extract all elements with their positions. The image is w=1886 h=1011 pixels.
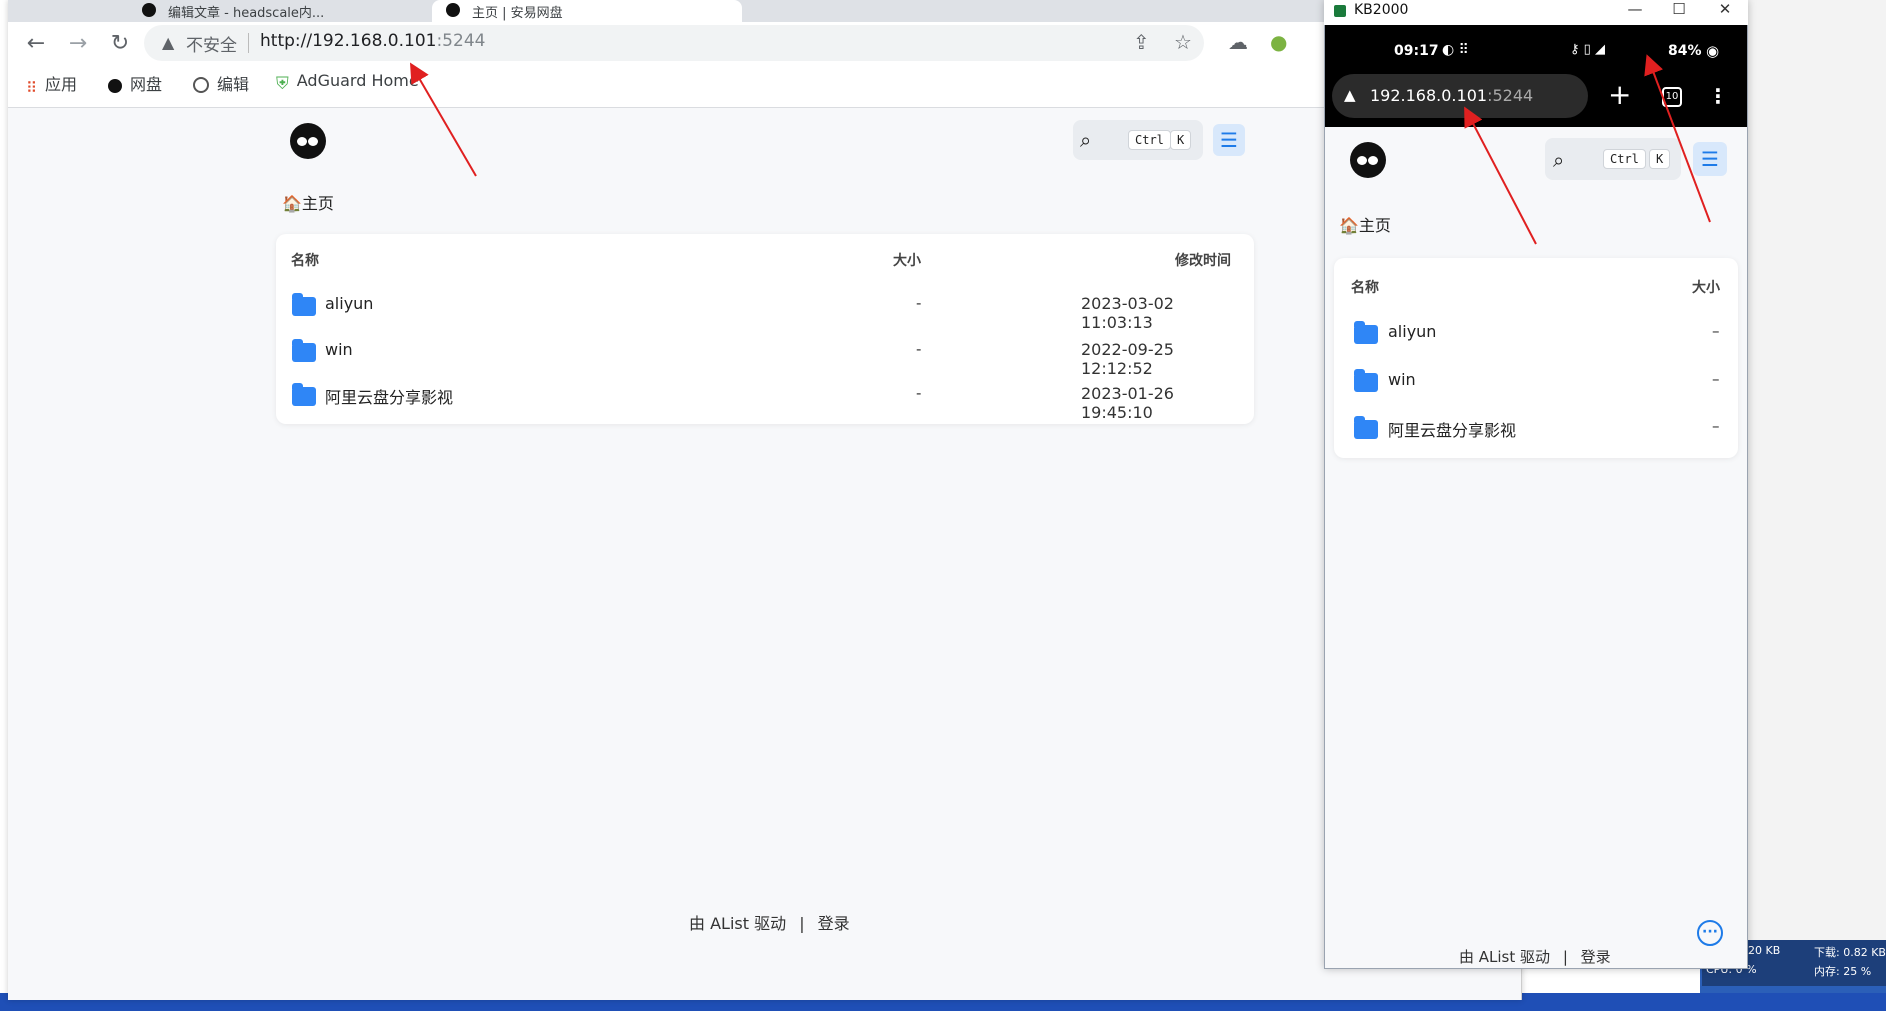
- phone-url-port: :5244: [1487, 86, 1534, 105]
- search-icon[interactable]: ⌕: [1080, 128, 1091, 152]
- phone-window-title: KB2000: [1354, 2, 1409, 18]
- omnibox-divider: [248, 33, 249, 53]
- file-size: –: [1712, 370, 1720, 388]
- login-link[interactable]: 登录: [818, 914, 850, 933]
- folder-icon: [292, 339, 316, 362]
- column-header-size[interactable]: 大小: [893, 250, 921, 270]
- bookmark-apps[interactable]: ⠿ 应用: [26, 71, 77, 97]
- file-name[interactable]: win: [325, 340, 353, 359]
- phone-clock: 09:17: [1394, 43, 1439, 59]
- phone-warning-icon[interactable]: ▲: [1344, 86, 1356, 104]
- folder-icon: [1354, 369, 1378, 392]
- net-download: 下载: 0.82 KB: [1814, 946, 1886, 959]
- shortcut-key-ctrl: Ctrl: [1128, 130, 1171, 150]
- cloud-extension-icon[interactable]: ☁: [1228, 30, 1248, 54]
- column-header-name[interactable]: 名称: [291, 250, 319, 270]
- file-row[interactable]: win - 2022-09-25 12:12:52: [280, 330, 1250, 378]
- mem-usage: 内存: 25 %: [1814, 965, 1872, 978]
- tab-edit-article[interactable]: 编辑文章 - headscale内...: [128, 0, 428, 22]
- file-row[interactable]: 阿里云盘分享影视 –: [1340, 408, 1732, 448]
- url-host: http://192.168.0.101: [260, 31, 437, 51]
- search-icon[interactable]: ⌕: [1553, 148, 1564, 172]
- login-link[interactable]: 登录: [1581, 948, 1611, 966]
- battery-ring-icon: ◉: [1706, 42, 1720, 60]
- reload-icon[interactable]: ↻: [106, 30, 134, 58]
- not-secure-label[interactable]: 不安全: [186, 31, 237, 56]
- tab-favicon-icon: [142, 3, 156, 17]
- warning-triangle-icon[interactable]: ▲: [162, 33, 174, 52]
- url-port: :5244: [436, 31, 486, 51]
- alist-icon: [108, 79, 122, 93]
- column-header-size[interactable]: 大小: [1692, 277, 1720, 297]
- file-name[interactable]: aliyun: [1388, 322, 1436, 341]
- apps-grid-icon: ⠿: [26, 79, 37, 97]
- footer-separator: |: [1562, 948, 1568, 966]
- page-footer: 由 AList 驱动 | 登录: [689, 910, 850, 934]
- share-icon[interactable]: ⇪: [1133, 30, 1150, 54]
- maximize-icon[interactable]: ☐: [1664, 0, 1694, 18]
- folder-icon: [1354, 416, 1378, 439]
- phone-page-footer: 由 AList 驱动 | 登录: [1459, 946, 1611, 967]
- file-name[interactable]: win: [1388, 370, 1416, 389]
- extension-circle-icon[interactable]: ●: [1270, 30, 1287, 54]
- file-name[interactable]: 阿里云盘分享影视: [1388, 417, 1516, 441]
- file-modified: 2023-03-02 11:03:13: [1081, 294, 1174, 332]
- wordpress-icon: [193, 77, 209, 93]
- phone-mirror-window: [1324, 0, 1748, 969]
- list-view-icon[interactable]: ☰: [1693, 142, 1727, 176]
- phone-breadcrumb-home[interactable]: 🏠主页: [1339, 212, 1391, 236]
- tab-home[interactable]: 主页 | 安易网盘: [432, 0, 742, 22]
- bookmark-edit[interactable]: 编辑: [193, 71, 249, 95]
- bookmark-adguard[interactable]: ⛨ AdGuard Home: [276, 71, 419, 94]
- bookmark-netdisk[interactable]: 网盘: [108, 71, 162, 95]
- file-size: –: [1712, 417, 1720, 435]
- shortcut-key-ctrl: Ctrl: [1603, 149, 1646, 169]
- tab-count-button[interactable]: 10: [1662, 87, 1682, 107]
- phone-url-text[interactable]: 192.168.0.101:5244: [1370, 86, 1533, 105]
- file-size: -: [916, 340, 922, 358]
- more-menu-icon[interactable]: ⋮: [1708, 84, 1728, 108]
- close-icon[interactable]: ✕: [1710, 0, 1740, 18]
- shortcut-key-k: K: [1649, 149, 1671, 169]
- column-header-name[interactable]: 名称: [1351, 277, 1379, 297]
- file-row[interactable]: 阿里云盘分享影视 - 2023-01-26 19:45:10: [280, 374, 1250, 422]
- footer-separator: |: [799, 914, 805, 933]
- more-options-icon[interactable]: ···: [1697, 920, 1723, 946]
- forward-arrow-icon[interactable]: →: [64, 30, 92, 58]
- phone-battery: 84%: [1668, 43, 1702, 59]
- status-notification-icons: ◐ ⠿: [1442, 42, 1469, 58]
- status-signal-icons: ⚷ ▯ ◢: [1570, 42, 1605, 57]
- file-size: -: [916, 294, 922, 312]
- phone-url-host: 192.168.0.101: [1370, 86, 1488, 105]
- file-name[interactable]: 阿里云盘分享影视: [325, 384, 453, 408]
- breadcrumb-home[interactable]: 🏠主页: [282, 190, 334, 214]
- column-header-modified[interactable]: 修改时间: [1175, 250, 1231, 270]
- back-arrow-icon[interactable]: ←: [22, 30, 50, 58]
- file-row[interactable]: aliyun - 2023-03-02 11:03:13: [280, 284, 1250, 332]
- minimize-icon[interactable]: —: [1620, 0, 1650, 18]
- file-name[interactable]: aliyun: [325, 294, 373, 313]
- file-modified: 2022-09-25 12:12:52: [1081, 340, 1174, 378]
- scrcpy-app-icon: [1334, 5, 1346, 17]
- bookmark-star-icon[interactable]: ☆: [1174, 30, 1192, 54]
- folder-icon: [292, 293, 316, 316]
- adguard-shield-icon: ⛨: [276, 74, 289, 94]
- file-row[interactable]: aliyun –: [1340, 313, 1732, 353]
- phone-alist-logo-icon[interactable]: [1350, 142, 1386, 178]
- powered-by-alist[interactable]: 由 AList 驱动: [1459, 948, 1550, 966]
- folder-icon: [292, 383, 316, 406]
- shortcut-key-k: K: [1170, 130, 1192, 150]
- file-size: -: [916, 384, 922, 402]
- file-modified: 2023-01-26 19:45:10: [1081, 384, 1174, 422]
- url-text[interactable]: http://192.168.0.101:5244: [260, 31, 485, 51]
- tab-favicon-icon: [446, 3, 460, 17]
- file-row[interactable]: win –: [1340, 361, 1732, 401]
- net-upload: 20 KB: [1748, 944, 1781, 957]
- new-tab-icon[interactable]: +: [1608, 78, 1631, 111]
- folder-icon: [1354, 321, 1378, 344]
- list-view-icon[interactable]: ☰: [1213, 124, 1245, 156]
- file-size: –: [1712, 322, 1720, 340]
- powered-by-alist[interactable]: 由 AList 驱动: [689, 914, 786, 933]
- alist-logo-icon[interactable]: [290, 123, 326, 159]
